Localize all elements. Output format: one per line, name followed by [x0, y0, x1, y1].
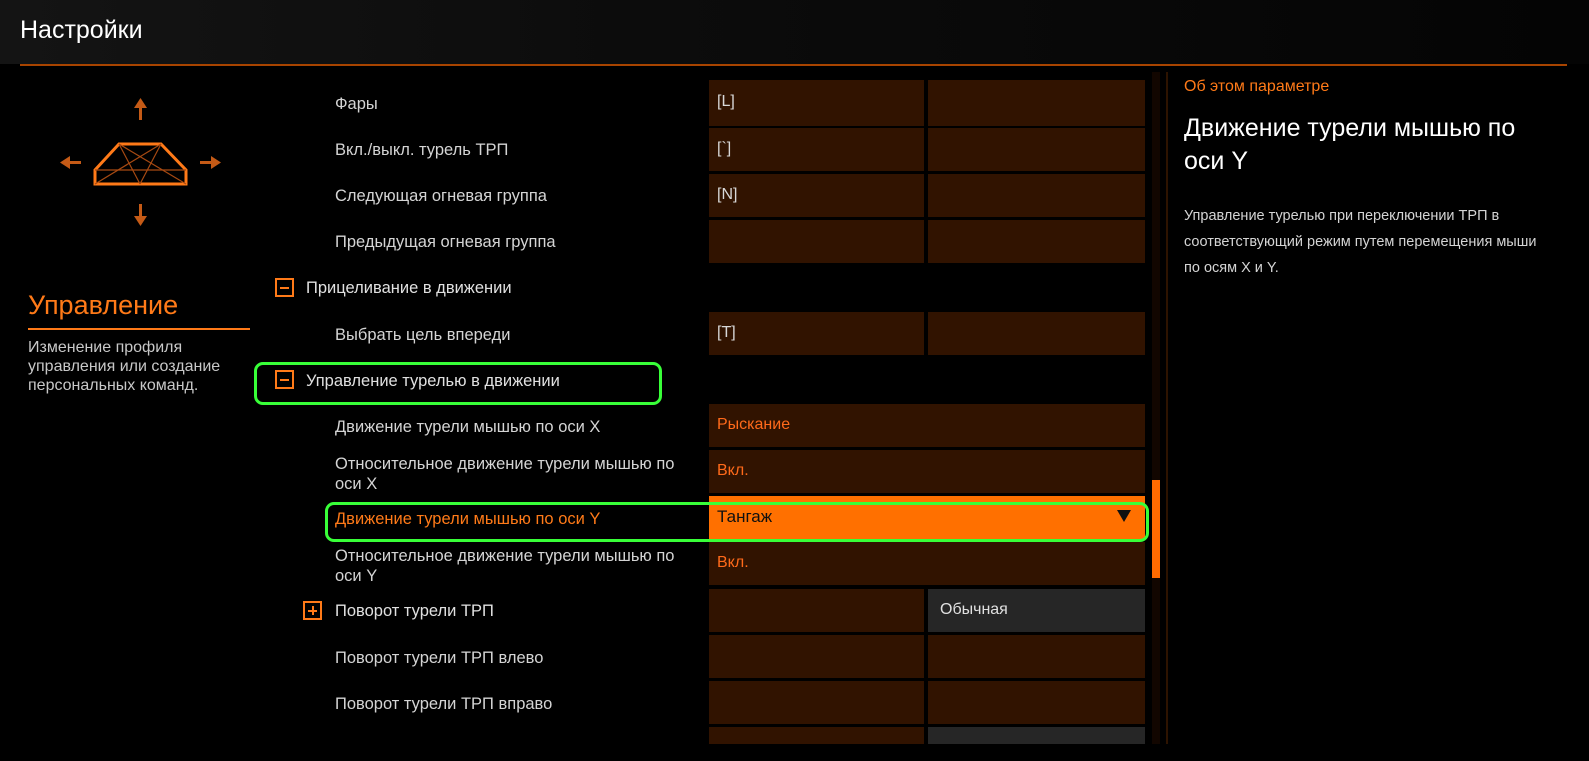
primary-binding-trp-turret-toggle[interactable]: [`] [709, 128, 924, 171]
secondary-binding-trp-rotation[interactable]: Обычная [928, 589, 1145, 632]
secondary-binding-trp-turret-left[interactable] [928, 635, 1145, 678]
secondary-binding-next-row[interactable] [928, 727, 1145, 744]
header-bar: Настройки [0, 0, 1589, 64]
settings-screen: Настройки Управление Изменение профиля у… [0, 0, 1589, 761]
collapse-turret-group-icon[interactable] [275, 370, 294, 389]
group-label-trp-rotation[interactable]: Поворот турели ТРП [335, 601, 494, 621]
about-label: Об этом параметре [1184, 78, 1330, 95]
scrollbar-thumb[interactable] [1152, 480, 1160, 578]
primary-binding-trp-turret-right[interactable] [709, 681, 924, 724]
row-label-trp-turret-toggle: Вкл./выкл. турель ТРП [335, 141, 509, 159]
secondary-binding-select-target-ahead[interactable] [928, 312, 1145, 355]
scrollbar-track[interactable] [1152, 72, 1160, 744]
row-label-headlights: Фары [335, 95, 378, 113]
select-relative-turret-x[interactable]: Вкл. [709, 450, 1145, 493]
primary-binding-headlights[interactable]: [L] [709, 80, 924, 126]
row-label-next-fire-group: Следующая огневая группа [335, 187, 547, 205]
secondary-binding-headlights[interactable] [928, 80, 1145, 126]
row-label-trp-turret-left: Поворот турели ТРП влево [335, 649, 544, 667]
expand-trp-rotation-icon[interactable] [303, 601, 322, 620]
group-label-turret-control[interactable]: Управление турелью в движении [306, 371, 560, 391]
primary-binding-next-fire-group[interactable]: [N] [709, 174, 924, 217]
page-title: Настройки [20, 16, 143, 44]
primary-binding-prev-fire-group[interactable] [709, 220, 924, 263]
ship-directional-icon [60, 98, 221, 226]
secondary-binding-trp-turret-right[interactable] [928, 681, 1145, 724]
row-label-prev-fire-group: Предыдущая огневая группа [335, 233, 556, 251]
primary-binding-select-target-ahead[interactable]: [T] [709, 312, 924, 355]
section-description: Изменение профиля управления или создани… [28, 339, 221, 394]
row-label-trp-turret-right: Поворот турели ТРП вправо [335, 695, 553, 713]
panel-separator [1166, 72, 1168, 744]
select-relative-turret-y[interactable]: Вкл. [709, 542, 1145, 585]
select-turret-mouse-x[interactable]: Рыскание [709, 404, 1145, 447]
row-label-select-target-ahead: Выбрать цель впереди [335, 326, 511, 344]
section-underline [28, 328, 250, 330]
group-label-aiming[interactable]: Прицеливание в движении [306, 278, 512, 298]
secondary-binding-trp-turret-toggle[interactable] [928, 128, 1145, 171]
row-label-relative-turret-x: Относительное движение турели мышью по о… [335, 455, 675, 493]
highlight-turret-mouse-y [325, 502, 1149, 542]
header-divider [20, 64, 1567, 66]
about-title: Движение турели мышью по оси Y [1184, 114, 1516, 175]
row-label-relative-turret-y: Относительное движение турели мышью по о… [335, 547, 675, 585]
section-title: Управление [28, 290, 179, 320]
row-label-turret-mouse-x: Движение турели мышью по оси X [335, 418, 601, 436]
primary-binding-trp-rotation[interactable] [709, 589, 924, 632]
secondary-binding-prev-fire-group[interactable] [928, 220, 1145, 263]
primary-binding-trp-turret-left[interactable] [709, 635, 924, 678]
collapse-aiming-group-icon[interactable] [275, 278, 294, 297]
primary-binding-next-row[interactable] [709, 727, 924, 744]
secondary-binding-next-fire-group[interactable] [928, 174, 1145, 217]
about-description: Управление турелью при переключении ТРП … [1184, 208, 1537, 276]
